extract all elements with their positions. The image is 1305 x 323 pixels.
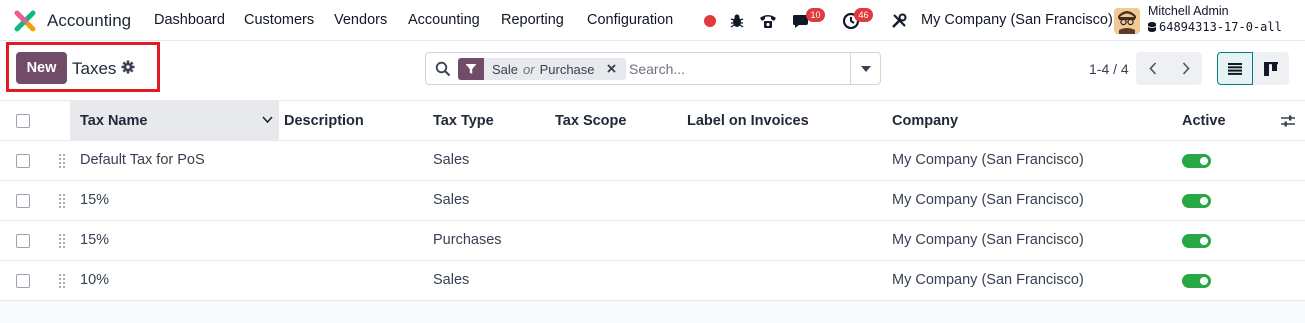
drag-handle-icon[interactable] [58,193,66,209]
column-active[interactable]: Active [1182,113,1226,129]
drag-handle-icon[interactable] [58,153,66,169]
page-title: Taxes [72,59,117,78]
user-name[interactable]: Mitchell Admin [1148,4,1229,18]
database-name-text: 64894313-17-0-all [1159,20,1282,34]
column-description[interactable]: Description [284,113,364,129]
table-header: Tax Name Description Tax Type Tax Scope … [0,101,1305,141]
menu-vendors[interactable]: Vendors [334,12,387,28]
search-icon[interactable] [435,61,451,77]
app-name[interactable]: Accounting [47,11,131,31]
search-input[interactable] [629,57,844,80]
table-row[interactable]: 15% Sales My Company (San Francisco) [0,181,1305,221]
menu-customers[interactable]: Customers [244,12,314,28]
accounting-app-icon[interactable] [14,10,36,32]
cell-tax-type: Sales [433,152,470,168]
active-toggle[interactable] [1182,274,1211,288]
facet-or: or [523,61,535,77]
facet-values: Sale or Purchase [492,62,595,77]
caret-down-icon [860,65,871,72]
cell-company: My Company (San Francisco) [892,272,1084,288]
drag-handle-icon[interactable] [58,273,66,289]
company-switcher[interactable]: My Company (San Francisco) [921,12,1113,28]
cell-tax-name: 15% [80,192,110,208]
new-button[interactable]: New [16,52,67,84]
gear-icon[interactable] [121,60,135,74]
drag-handle-icon[interactable] [58,233,66,249]
database-name: 64894313-17-0-all [1148,20,1282,34]
filter-icon [458,58,484,80]
cell-tax-type: Purchases [433,232,502,248]
chevron-down-icon[interactable] [262,116,273,124]
menu-accounting[interactable]: Accounting [408,12,480,28]
cell-tax-name: 15% [80,232,110,248]
facet-value-purchase: Purchase [539,61,595,77]
column-tax-name[interactable]: Tax Name [80,113,147,129]
cell-tax-name: Default Tax for PoS [80,152,205,168]
table-row[interactable]: 15% Purchases My Company (San Francisco) [0,221,1305,261]
facet-value-sale: Sale [492,61,519,77]
search-bar: Sale or Purchase [425,52,881,85]
row-checkbox[interactable] [16,274,30,288]
pager-value[interactable]: 1-4 / 4 [1089,61,1129,77]
active-toggle[interactable] [1182,154,1211,168]
cell-company: My Company (San Francisco) [892,152,1084,168]
column-label-on-invoices[interactable]: Label on Invoices [687,113,809,129]
column-tax-scope[interactable]: Tax Scope [555,113,626,129]
select-all-checkbox[interactable] [16,114,30,128]
remove-facet-icon[interactable] [605,62,618,75]
column-tax-type[interactable]: Tax Type [433,113,494,129]
top-navbar: Accounting Dashboard Customers Vendors A… [0,0,1305,41]
row-checkbox[interactable] [16,154,30,168]
messages-badge: 10 [806,8,825,22]
activities-badge: 46 [854,8,873,22]
optional-columns-icon[interactable] [1281,114,1295,128]
row-checkbox[interactable] [16,234,30,248]
phone-icon[interactable] [758,11,778,31]
cell-tax-name: 10% [80,272,110,288]
cell-tax-type: Sales [433,272,470,288]
filter-facet: Sale or Purchase [458,58,626,80]
cell-tax-type: Sales [433,192,470,208]
row-checkbox[interactable] [16,194,30,208]
taxes-list: Tax Name Description Tax Type Tax Scope … [0,101,1305,301]
list-view-button[interactable] [1217,52,1253,85]
control-panel: New Taxes SaleorPurchase 1-4 / 4 [0,41,1305,101]
menu-dashboard[interactable]: Dashboard [154,12,225,28]
status-dot-icon[interactable] [700,11,720,31]
pager-next-button[interactable] [1169,52,1202,85]
active-toggle[interactable] [1182,234,1211,248]
menu-reporting[interactable]: Reporting [501,12,564,28]
database-icon [1148,22,1156,32]
table-row[interactable]: Default Tax for PoS Sales My Company (San … [0,141,1305,181]
cell-company: My Company (San Francisco) [892,192,1084,208]
kanban-icon [1264,61,1278,76]
kanban-view-button[interactable] [1253,52,1289,85]
tools-icon[interactable] [889,11,909,31]
pager-previous-button[interactable] [1136,52,1169,85]
chevron-right-icon [1182,62,1190,75]
bug-icon[interactable] [727,11,747,31]
menu-configuration[interactable]: Configuration [587,12,673,28]
list-icon [1228,62,1242,75]
column-company[interactable]: Company [892,113,958,129]
chevron-left-icon [1148,62,1156,75]
active-toggle[interactable] [1182,194,1211,208]
user-avatar[interactable] [1114,8,1140,34]
search-options-toggle[interactable] [850,53,880,84]
table-row[interactable]: 10% Sales My Company (San Francisco) [0,261,1305,301]
cell-company: My Company (San Francisco) [892,232,1084,248]
